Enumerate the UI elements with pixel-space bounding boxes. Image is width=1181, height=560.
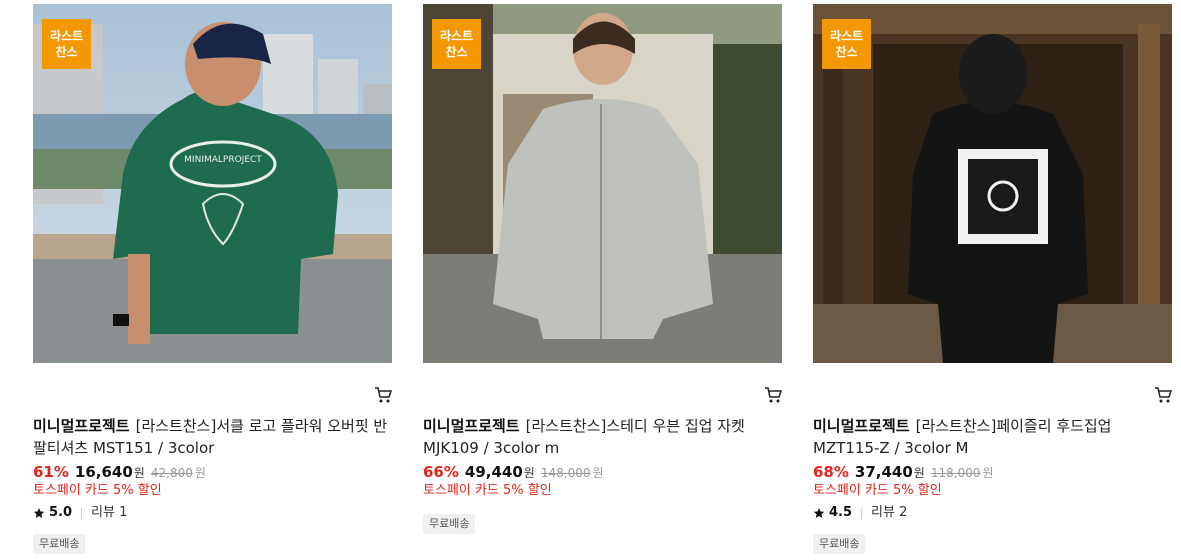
promo-text: 토스페이 카드 5% 할인 xyxy=(33,483,162,498)
original-price: 148,000 xyxy=(540,466,591,480)
sale-price: 37,440 xyxy=(854,463,913,481)
product-title[interactable]: 미니멀프로젝트 [라스트찬스]페이즐리 후드집업 MZT115-Z / 3colo… xyxy=(813,415,1172,459)
promo-text: 토스페이 카드 5% 할인 xyxy=(423,483,552,498)
badge-line-1: 라스트 xyxy=(829,29,864,43)
product-image[interactable]: 라스트 찬스 xyxy=(813,4,1172,363)
rating-row: 4.5 리뷰 2 xyxy=(813,504,907,522)
badge-line-2: 찬스 xyxy=(55,45,78,59)
price-row: 61% 16,640원 42,800 원 xyxy=(33,462,206,483)
currency-label: 원 xyxy=(523,466,535,480)
divider xyxy=(81,507,83,519)
product-card[interactable]: MINIMALPROJECT 라스트 찬스 미니멀프로젝트 [라스트찬스]서클 로… xyxy=(33,4,392,554)
badge-line-1: 라스트 xyxy=(49,29,84,43)
divider xyxy=(861,507,863,519)
rating-score: 4.5 xyxy=(829,505,853,520)
product-image[interactable]: MINIMALPROJECT 라스트 찬스 xyxy=(33,4,392,363)
cart-icon[interactable] xyxy=(764,386,782,404)
svg-text:MINIMALPROJECT: MINIMALPROJECT xyxy=(184,155,262,165)
original-currency-label: 원 xyxy=(592,466,604,480)
brand-name[interactable]: 미니멀프로젝트 xyxy=(813,417,910,435)
free-shipping-tag: 무료배송 xyxy=(423,514,476,534)
review-count[interactable]: 리뷰 1 xyxy=(91,504,127,522)
discount-rate: 66% xyxy=(423,463,459,481)
original-currency-label: 원 xyxy=(194,466,206,480)
product-card[interactable]: 라스트 찬스 미니멀프로젝트 [라스트찬스]스테디 우븐 집업 자켓 MJK109… xyxy=(423,4,782,534)
cart-icon[interactable] xyxy=(374,386,392,404)
original-price: 118,000 xyxy=(930,466,981,480)
original-currency-label: 원 xyxy=(982,466,994,480)
discount-rate: 61% xyxy=(33,463,69,481)
cart-icon[interactable] xyxy=(1154,386,1172,404)
sale-price: 16,640 xyxy=(74,463,133,481)
promo-text: 토스페이 카드 5% 할인 xyxy=(813,483,942,498)
sale-price: 49,440 xyxy=(464,463,523,481)
rating-row: 5.0 리뷰 1 xyxy=(33,504,127,522)
product-card[interactable]: 라스트 찬스 미니멀프로젝트 [라스트찬스]페이즐리 후드집업 MZT115-Z … xyxy=(813,4,1172,554)
review-count[interactable]: 리뷰 2 xyxy=(871,504,907,522)
rating-score: 5.0 xyxy=(49,505,73,520)
star-icon xyxy=(33,508,45,518)
original-price: 42,800 xyxy=(150,466,193,480)
price-row: 66% 49,440원 148,000 원 xyxy=(423,462,604,483)
badge-line-1: 라스트 xyxy=(439,29,474,43)
product-title[interactable]: 미니멀프로젝트 [라스트찬스]서클 로고 플라워 오버핏 반팔티셔츠 MST151… xyxy=(33,415,392,459)
badge-line-2: 찬스 xyxy=(835,45,858,59)
last-chance-badge: 라스트 찬스 xyxy=(822,19,871,69)
last-chance-badge: 라스트 찬스 xyxy=(42,19,91,69)
product-image[interactable]: 라스트 찬스 xyxy=(423,4,782,363)
price-row: 68% 37,440원 118,000 원 xyxy=(813,462,994,483)
currency-label: 원 xyxy=(913,466,925,480)
badge-line-2: 찬스 xyxy=(445,45,468,59)
star-icon xyxy=(813,508,825,518)
brand-name[interactable]: 미니멀프로젝트 xyxy=(423,417,520,435)
discount-rate: 68% xyxy=(813,463,849,481)
free-shipping-tag: 무료배송 xyxy=(813,534,866,554)
last-chance-badge: 라스트 찬스 xyxy=(432,19,481,69)
product-title[interactable]: 미니멀프로젝트 [라스트찬스]스테디 우븐 집업 자켓 MJK109 / 3col… xyxy=(423,415,782,459)
currency-label: 원 xyxy=(133,466,145,480)
free-shipping-tag: 무료배송 xyxy=(33,534,86,554)
brand-name[interactable]: 미니멀프로젝트 xyxy=(33,417,130,435)
